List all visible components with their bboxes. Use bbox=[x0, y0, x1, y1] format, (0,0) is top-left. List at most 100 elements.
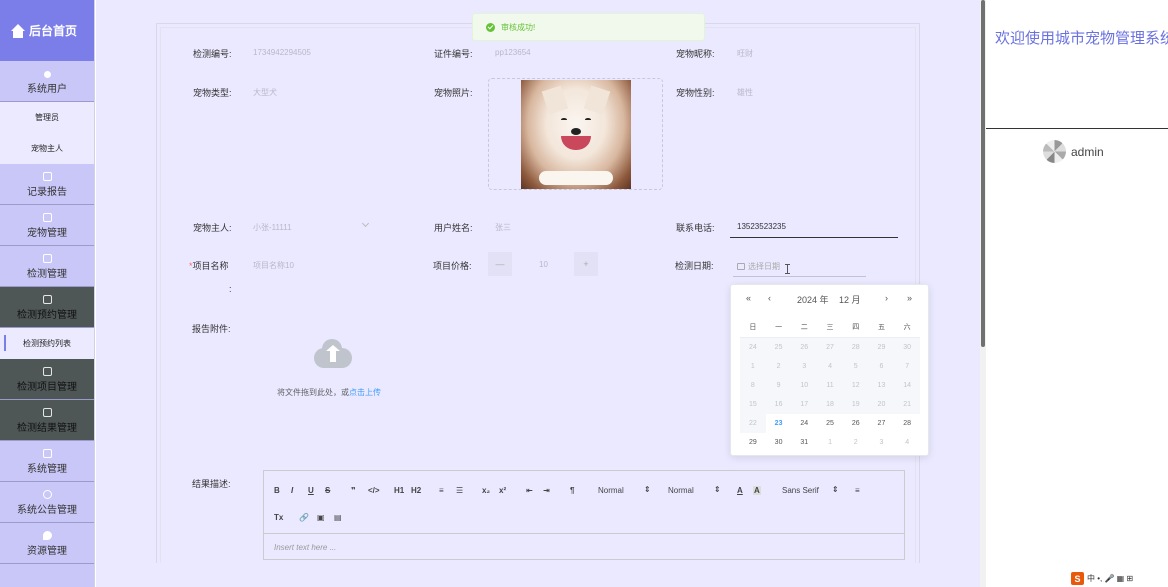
item-name-input[interactable]: 项目名称10 bbox=[253, 260, 294, 271]
detect-no-value: 1734942294505 bbox=[253, 48, 311, 57]
video-button[interactable]: ▤ bbox=[334, 513, 342, 522]
menu-notice-manage[interactable]: 系统公告管理 bbox=[0, 482, 94, 523]
underline-button[interactable]: U bbox=[308, 486, 314, 495]
calendar-day-disabled: 28 bbox=[842, 338, 869, 357]
check-circle-icon bbox=[486, 22, 495, 32]
italic-button[interactable]: I bbox=[291, 486, 293, 495]
menu-system-manage[interactable]: 系统管理 bbox=[0, 441, 94, 482]
calendar-day-disabled: 4 bbox=[817, 357, 843, 376]
editor-placeholder[interactable]: Insert text here ... bbox=[274, 543, 336, 552]
calendar-day[interactable]: 26 bbox=[843, 420, 869, 427]
blockquote-button[interactable]: ❞ bbox=[351, 486, 356, 495]
price-input[interactable]: 10 bbox=[539, 260, 548, 269]
menu-detect-manage[interactable]: 检测管理 bbox=[0, 246, 94, 287]
phone-input[interactable]: 13523523235 bbox=[737, 222, 786, 231]
calendar-day-disabled: 10 bbox=[791, 376, 818, 395]
calendar-day[interactable]: 30 bbox=[766, 439, 792, 446]
calendar-day-next-month[interactable]: 3 bbox=[869, 439, 895, 446]
code-button[interactable]: </> bbox=[368, 486, 380, 495]
calendar-day-today[interactable]: 23 bbox=[766, 420, 792, 427]
calendar-day-disabled: 5 bbox=[842, 357, 869, 376]
bold-button[interactable]: B bbox=[274, 486, 280, 495]
owner-select[interactable]: 小张-11111 bbox=[253, 222, 292, 233]
menu-more[interactable] bbox=[0, 564, 94, 587]
doc-icon bbox=[42, 295, 52, 304]
menu-item-manage[interactable]: 检测项目管理 bbox=[0, 359, 94, 400]
strike-button[interactable]: S bbox=[325, 486, 330, 495]
weekday: 一 bbox=[775, 323, 783, 331]
link-button[interactable]: 🔗 bbox=[299, 513, 309, 522]
calendar-day-next-month[interactable]: 2 bbox=[843, 439, 869, 446]
submenu-pet-owner[interactable]: 宠物主人 bbox=[0, 133, 94, 164]
username[interactable]: admin bbox=[1071, 145, 1104, 159]
info-icon bbox=[42, 490, 52, 499]
ime-status[interactable]: 中 •, 🎤 ▦ ⊞ bbox=[1087, 573, 1133, 584]
subscript-button[interactable]: x₂ bbox=[482, 486, 490, 495]
text-direction-button[interactable]: ¶ bbox=[570, 486, 574, 495]
image-icon bbox=[42, 449, 52, 458]
menu-pet-manage[interactable]: 宠物管理 bbox=[0, 205, 94, 246]
submenu-appointment-list[interactable]: 检测预约列表 bbox=[0, 328, 94, 359]
font-picker[interactable]: Sans Serif bbox=[782, 486, 819, 495]
calendar-week: 24 25 26 27 28 29 30 bbox=[740, 338, 921, 357]
calendar-day[interactable]: 27 bbox=[869, 420, 895, 427]
indent-button[interactable]: ⇥ bbox=[543, 486, 550, 495]
next-year-button[interactable]: » bbox=[907, 293, 912, 303]
calendar-year[interactable]: 2024 年 bbox=[797, 293, 829, 306]
next-month-button[interactable]: › bbox=[885, 293, 888, 303]
ime-toolbar[interactable]: S 中 •, 🎤 ▦ ⊞ bbox=[1071, 571, 1133, 586]
h2-button[interactable]: H2 bbox=[411, 486, 421, 495]
calendar-day[interactable]: 29 bbox=[740, 439, 766, 446]
prev-year-button[interactable]: « bbox=[746, 293, 751, 303]
cert-no-value: pp123654 bbox=[495, 48, 531, 57]
ordered-list-button[interactable]: ≡ bbox=[439, 486, 444, 495]
pet-photo[interactable] bbox=[488, 78, 663, 190]
calendar-month[interactable]: 12 月 bbox=[839, 293, 861, 306]
calendar-week: 15 16 17 18 19 20 21 bbox=[740, 395, 921, 414]
date-picker-input[interactable]: 选择日期 bbox=[733, 256, 866, 277]
menu-appointment-manage[interactable]: 检测预约管理 bbox=[0, 287, 94, 328]
price-decrease-button[interactable]: — bbox=[488, 252, 512, 276]
align-button[interactable]: ≡ bbox=[855, 486, 860, 495]
submenu-label: 检测预约列表 bbox=[23, 339, 71, 348]
font-color-button[interactable]: A bbox=[737, 486, 743, 495]
calendar-day[interactable]: 25 bbox=[817, 420, 843, 427]
dog-mouth bbox=[561, 136, 591, 150]
calendar-day-next-month[interactable]: 4 bbox=[894, 439, 920, 446]
clear-format-button[interactable]: Tx bbox=[274, 513, 283, 522]
calendar-day-disabled: 18 bbox=[817, 395, 843, 414]
calendar-day[interactable]: 31 bbox=[791, 439, 817, 446]
calendar-day-next-month[interactable]: 1 bbox=[817, 439, 843, 446]
superscript-button[interactable]: x² bbox=[499, 486, 506, 495]
weekday: 日 bbox=[749, 323, 757, 331]
menu-resource-manage[interactable]: 资源管理 bbox=[0, 523, 94, 564]
dog-eye bbox=[585, 118, 591, 121]
prev-month-button[interactable]: ‹ bbox=[768, 293, 771, 303]
sogou-ime-icon[interactable]: S bbox=[1071, 572, 1084, 585]
menu-result-manage[interactable]: 检测结果管理 bbox=[0, 400, 94, 441]
image-button[interactable]: ▣ bbox=[317, 513, 325, 522]
upload-link[interactable]: 点击上传 bbox=[349, 388, 381, 397]
dog-ear bbox=[541, 85, 569, 115]
upload-dropzone[interactable] bbox=[314, 339, 352, 370]
calendar-week: 1 2 3 4 5 6 7 bbox=[740, 357, 921, 376]
home-link[interactable]: 后台首页 bbox=[0, 0, 94, 61]
menu-records[interactable]: 记录报告 bbox=[0, 164, 94, 205]
bullet-list-button[interactable]: ☰ bbox=[456, 486, 463, 495]
calendar-day[interactable]: 28 bbox=[894, 420, 920, 427]
header-picker[interactable]: Normal bbox=[668, 486, 694, 495]
outdent-button[interactable]: ⇤ bbox=[526, 486, 533, 495]
pin-icon bbox=[42, 531, 52, 540]
avatar[interactable] bbox=[1043, 140, 1066, 163]
menu-system-users[interactable]: 系统用户 bbox=[0, 61, 94, 102]
submenu-admin[interactable]: 管理员 bbox=[0, 102, 94, 133]
upload-hint-text: 将文件拖到此处，或 bbox=[277, 388, 349, 397]
scrollbar-thumb[interactable] bbox=[981, 0, 985, 347]
calendar-week: 22 23 24 25 26 27 28 bbox=[740, 414, 920, 433]
background-color-button[interactable]: A bbox=[753, 486, 761, 495]
calendar-day[interactable]: 24 bbox=[791, 420, 817, 427]
price-increase-button[interactable]: + bbox=[574, 252, 598, 276]
size-picker[interactable]: Normal bbox=[598, 486, 624, 495]
h1-button[interactable]: H1 bbox=[394, 486, 404, 495]
menu-label: 系统公告管理 bbox=[17, 505, 77, 516]
